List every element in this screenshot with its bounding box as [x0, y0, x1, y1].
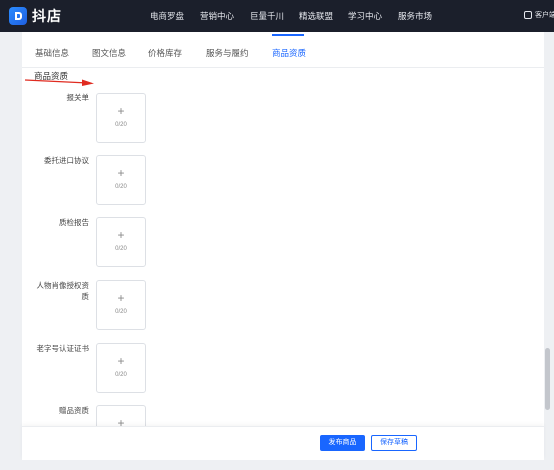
upload-customs-declaration[interactable]: + 0/20 [96, 93, 146, 143]
upload-inspection-report[interactable]: + 0/20 [96, 217, 146, 267]
nav-item-marketing[interactable]: 营销中心 [200, 10, 234, 22]
upload-portrait-authorization[interactable]: + 0/20 [96, 280, 146, 330]
label-customs-declaration: 报关单 [66, 93, 90, 102]
client-download-label: 客户端 [535, 12, 554, 19]
annotation-arrow-icon [24, 79, 94, 86]
plus-icon: + [117, 291, 125, 305]
plus-icon: + [117, 104, 125, 118]
tab-image-text[interactable]: 图文信息 [92, 47, 126, 59]
label-line-1: 人物肖像授权资 [36, 281, 90, 290]
nav-item-qianchuan[interactable]: 巨量千川 [250, 10, 284, 22]
plus-icon: + [117, 354, 125, 368]
bottom-gutter [0, 460, 554, 470]
tab-price-stock[interactable]: 价格库存 [148, 47, 182, 59]
label-gift-qualification: 赠品资质 [59, 406, 89, 415]
plus-icon: + [117, 228, 125, 242]
upload-count: 0/20 [115, 309, 127, 315]
label-portrait-authorization: 人物肖像授权资 质 [37, 280, 90, 302]
active-tab-indicator [272, 34, 304, 36]
left-gutter [0, 32, 22, 470]
label-inspection-report: 质检报告 [59, 218, 89, 227]
upload-import-agreement[interactable]: + 0/20 [96, 155, 146, 205]
client-download-link[interactable]: 客户端 [524, 10, 554, 20]
label-time-honored-brand-cert: 老字号认证证书 [36, 344, 90, 353]
label-line-2: 质 [81, 292, 90, 301]
upload-count: 0/20 [115, 122, 127, 128]
brand-name: 抖店 [32, 8, 62, 24]
tab-bar: 基础信息 图文信息 价格库存 服务与履约 商品资质 [22, 32, 544, 68]
download-icon [524, 11, 532, 19]
plus-icon: + [117, 166, 125, 180]
tab-service-fulfillment[interactable]: 服务与履约 [206, 47, 249, 59]
top-navigation-bar: 抖店 电商罗盘 营销中心 巨量千川 精选联盟 学习中心 服务市场 客户端 [0, 0, 554, 32]
upload-count: 0/20 [115, 246, 127, 252]
upload-count: 0/20 [115, 372, 127, 378]
app-logo[interactable]: 抖店 [9, 6, 62, 26]
nav-item-compass[interactable]: 电商罗盘 [150, 10, 184, 22]
upload-count: 0/20 [115, 184, 127, 190]
nav-item-learning[interactable]: 学习中心 [348, 10, 382, 22]
label-import-agreement: 委托进口协议 [44, 156, 89, 165]
publish-product-button[interactable]: 发布商品 [320, 435, 365, 451]
tab-basic-info[interactable]: 基础信息 [35, 47, 69, 59]
nav-item-alliance[interactable]: 精选联盟 [299, 10, 333, 22]
footer-action-bar [22, 426, 544, 460]
scrollbar-thumb[interactable] [545, 348, 550, 410]
upload-time-honored-brand-cert[interactable]: + 0/20 [96, 343, 146, 393]
tab-product-qualification[interactable]: 商品资质 [272, 47, 306, 59]
doudian-logo-icon [9, 7, 27, 25]
save-draft-button[interactable]: 保存草稿 [371, 435, 417, 451]
nav-item-service-market[interactable]: 服务市场 [398, 10, 432, 22]
